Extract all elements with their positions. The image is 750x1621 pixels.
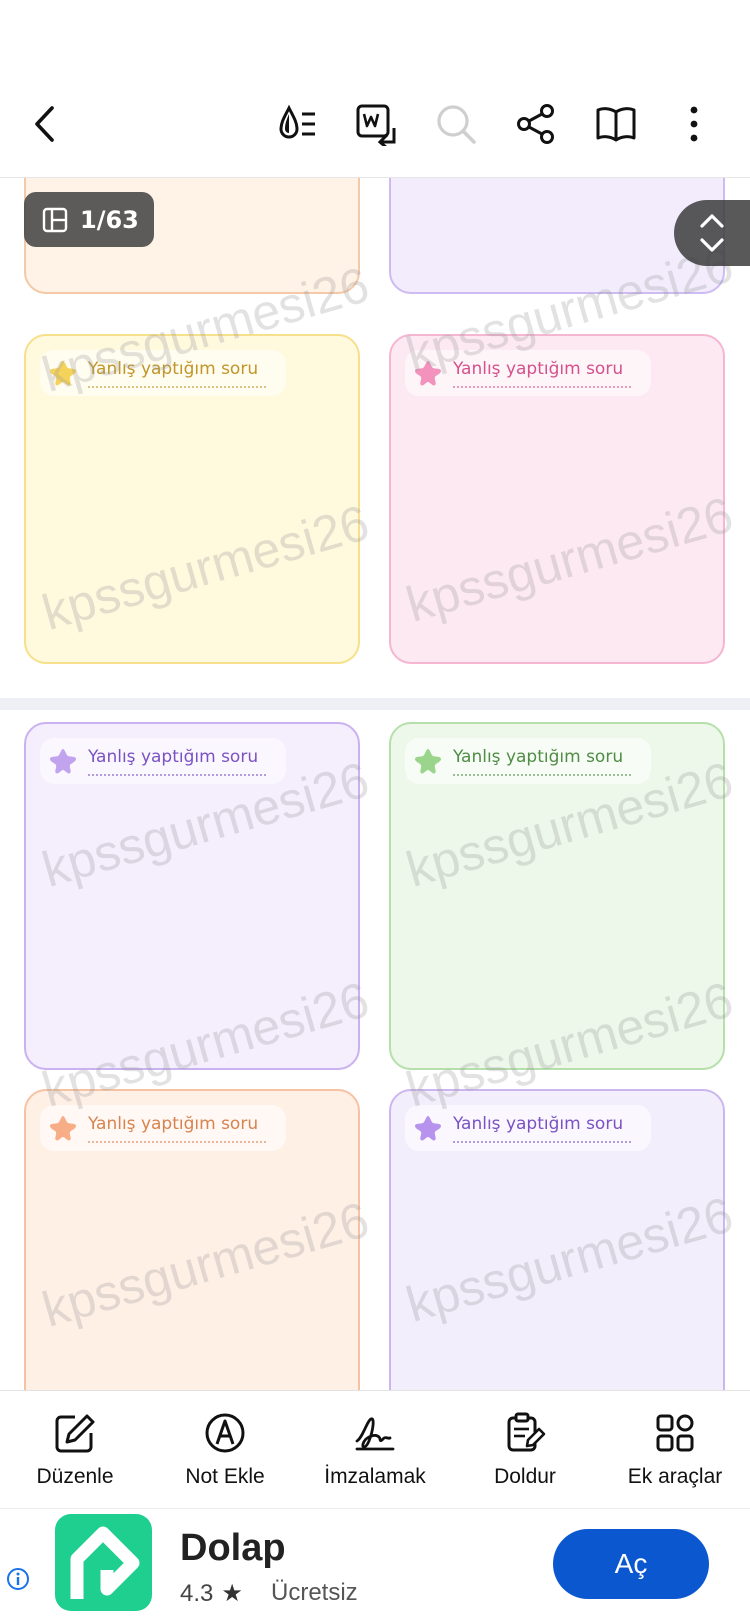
dolap-logo-icon [70, 1526, 140, 1599]
note-card: Yanlış yaptığım soru [24, 334, 360, 664]
search-button[interactable] [428, 96, 484, 152]
more-tools-label: Ek araçlar [627, 1465, 723, 1488]
ad-open-button[interactable]: Aç [553, 1529, 709, 1599]
annotate-icon [205, 1413, 245, 1453]
more-tools-icon [656, 1414, 694, 1452]
page-layout-icon [42, 207, 68, 232]
star-icon [415, 361, 441, 386]
sign-label: İmzalamak [324, 1465, 426, 1488]
add-note-label: Not Ekle [185, 1465, 265, 1488]
more-tools-button[interactable]: Ek araçlar [600, 1411, 750, 1501]
share-button[interactable] [508, 96, 564, 152]
note-card: Yanlış yaptığım soru [24, 722, 360, 1070]
sign-button[interactable]: İmzalamak [300, 1411, 450, 1501]
share-icon [517, 104, 554, 144]
more-options-button[interactable] [666, 96, 722, 152]
edit-button[interactable]: Düzenle [0, 1411, 150, 1501]
back-icon [35, 106, 54, 142]
dotted-divider [88, 774, 266, 776]
card-label: Yanlış yaptığım soru [405, 738, 651, 784]
dotted-divider [453, 1141, 631, 1143]
search-icon [437, 105, 476, 144]
card-label: Yanlış yaptığım soru [40, 1105, 286, 1151]
card-label: Yanlış yaptığım soru [40, 738, 286, 784]
edit-icon [55, 1414, 95, 1453]
star-icon [50, 1116, 76, 1141]
more-icon [690, 106, 698, 142]
add-note-button[interactable]: Not Ekle [150, 1411, 300, 1501]
top-toolbar [0, 0, 750, 178]
note-card: Yanlış yaptığım soru [389, 334, 725, 664]
note-card: Yanlış yaptığım soru [389, 722, 725, 1070]
signature-icon [355, 1417, 395, 1451]
pdf-page: Yanlış yaptığım soru Yanlış yaptığım sor… [0, 710, 750, 1390]
ad-info-icon[interactable] [6, 1567, 30, 1591]
card-label-text: Yanlış yaptığım soru [88, 359, 259, 379]
card-label-text: Yanlış yaptığım soru [88, 747, 259, 767]
book-icon [596, 107, 636, 142]
dotted-divider [88, 386, 266, 388]
ad-rating-value: 4.3 [180, 1580, 214, 1607]
bottom-tools-bar: Düzenle Not Ekle İmzalamak Doldur Ek ara… [0, 1390, 750, 1508]
word-convert-icon [356, 104, 396, 146]
card-label: Yanlış yaptığım soru [405, 1105, 651, 1151]
reading-mode-icon [279, 104, 315, 139]
reading-mode-button[interactable] [270, 96, 326, 152]
pdf-page: Yanlış yaptığım soru Yanlış yaptığım sor… [0, 178, 750, 698]
page-indicator[interactable]: 1/63 [24, 192, 154, 247]
fast-scroll-handle[interactable] [674, 200, 750, 266]
ad-rating: 4.3 ★ [180, 1579, 251, 1608]
page-indicator-text: 1/63 [80, 205, 139, 234]
star-icon [50, 749, 76, 774]
convert-to-word-button[interactable] [348, 96, 404, 152]
edit-label: Düzenle [36, 1465, 114, 1488]
chevron-up-down-icon [700, 214, 724, 252]
dotted-divider [453, 386, 631, 388]
dotted-divider [88, 1141, 266, 1143]
card-label-text: Yanlış yaptığım soru [453, 1114, 624, 1134]
card-label-text: Yanlış yaptığım soru [453, 359, 624, 379]
fill-label: Doldur [494, 1465, 556, 1488]
card-label-text: Yanlış yaptığım soru [453, 747, 624, 767]
ad-banner[interactable]: Dolap 4.3 ★ Ücretsiz Aç [0, 1508, 750, 1621]
dotted-divider [453, 774, 631, 776]
ad-app-name[interactable]: Dolap [180, 1527, 286, 1570]
book-mode-button[interactable] [588, 96, 644, 152]
star-icon [415, 1116, 441, 1141]
note-card: Yanlış yaptığım soru [389, 1089, 725, 1390]
star-icon [415, 749, 441, 774]
fill-button[interactable]: Doldur [450, 1411, 600, 1501]
card-label-text: Yanlış yaptığım soru [88, 1114, 259, 1134]
back-button[interactable] [18, 96, 74, 152]
app-logo[interactable] [55, 1514, 152, 1611]
document-viewer[interactable]: Yanlış yaptığım soru Yanlış yaptığım sor… [0, 178, 750, 1390]
star-icon [50, 361, 76, 386]
fill-form-icon [507, 1412, 546, 1452]
note-card: Yanlış yaptığım soru [24, 1089, 360, 1390]
star-icon: ★ [221, 1580, 243, 1607]
card-label: Yanlış yaptığım soru [405, 350, 651, 396]
ad-price: Ücretsiz [271, 1579, 358, 1606]
card-label: Yanlış yaptığım soru [40, 350, 286, 396]
